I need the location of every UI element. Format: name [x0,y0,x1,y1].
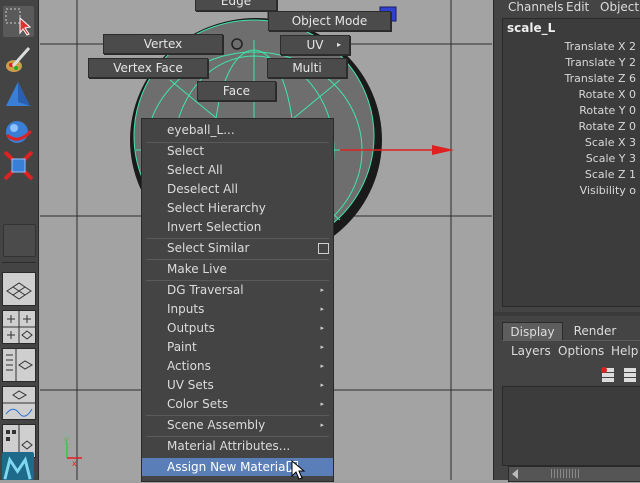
attr-rotate-y[interactable]: Rotate Y 0 [579,104,636,117]
ctx-deselect-all[interactable]: Deselect All [142,180,333,199]
paint-tool-icon[interactable] [3,44,34,75]
four-view-layout-icon[interactable] [2,310,36,344]
attr-translate-z[interactable]: Translate Z 6 [565,72,636,85]
mm-object-mode[interactable]: Object Mode [268,11,391,31]
ctx-color-sets[interactable]: Color Sets ▸ [142,395,333,414]
mouse-cursor-icon [291,460,306,480]
scrollbar-grip[interactable] [551,469,581,478]
rotate-tool-icon[interactable] [3,117,34,148]
single-perspective-layout-icon[interactable] [2,272,36,306]
mm-vertex[interactable]: Vertex [103,34,223,54]
tab-underline [502,340,640,341]
channel-empty-area [502,212,640,307]
menu-object[interactable]: Object [600,0,639,14]
tab-display[interactable]: Display [502,322,563,341]
submenu-arrow-icon: ▸ [320,421,324,429]
attr-rotate-x[interactable]: Rotate X 0 [578,88,636,101]
object-name: scale_L [507,21,556,35]
option-box-icon[interactable] [318,243,329,254]
ctx-label: Outputs [167,321,215,335]
attr-scale-y[interactable]: Scale Y 3 [586,152,636,165]
submenu-arrow-icon: ▸ [320,343,324,351]
ctx-assign-new-material-label: Assign New Material... [167,460,301,474]
attr-translate-x[interactable]: Translate X 2 [565,40,636,53]
mm-uv-label: UV [306,38,324,52]
menu-options[interactable]: Options [558,344,604,358]
menu-layers[interactable]: Layers [511,344,551,358]
submenu-arrow-icon: ▸ [320,400,324,408]
attr-rotate-z[interactable]: Rotate Z 0 [578,120,636,133]
toolbox [0,0,39,480]
ctx-select-similar[interactable]: Select Similar [142,239,333,258]
ctx-title: eyeball_L... [167,123,235,137]
attr-visibility[interactable]: Visibility o [580,184,636,197]
ctx-select-hierarchy[interactable]: Select Hierarchy [142,199,333,218]
scroll-left-icon[interactable] [511,469,519,479]
ctx-select-all[interactable]: Select All [142,161,333,180]
last-tool-slot[interactable] [3,224,36,257]
new-layer-icon [601,367,614,382]
submenu-arrow-icon: ▸ [320,305,324,313]
ctx-label: Inputs [167,302,205,316]
layer-buttons [601,367,636,382]
menu-help[interactable]: Help [611,344,638,358]
tab-render[interactable]: Render [564,323,626,340]
ctx-select[interactable]: Select [142,142,333,161]
mm-vertex-face[interactable]: Vertex Face [88,58,208,78]
scale-tool-icon[interactable] [3,150,34,181]
submenu-arrow-icon: ▸ [320,286,324,294]
menu-channels[interactable]: Channels [508,0,564,14]
ctx-label: DG Traversal [167,283,244,297]
attr-scale-z[interactable]: Scale Z 1 [585,168,636,181]
svg-text:y: y [64,435,69,444]
svg-text:x: x [72,459,77,468]
mm-uv[interactable]: UV ▸ [280,35,350,55]
ctx-inputs[interactable]: Inputs ▸ [142,300,333,319]
mm-edge[interactable]: Edge [195,0,277,11]
ctx-invert-selection[interactable]: Invert Selection [142,218,333,237]
mm-uv-arrow-icon: ▸ [336,40,341,49]
ctx-actions[interactable]: Actions ▸ [142,357,333,376]
ctx-dg-traversal[interactable]: DG Traversal ▸ [142,281,333,300]
ctx-label: Actions [167,359,211,373]
mm-multi[interactable]: Multi [267,58,347,78]
outliner-persp-layout-icon[interactable] [2,348,36,382]
layer-list [502,386,640,466]
toolbox-divider [2,262,36,263]
submenu-arrow-icon: ▸ [320,362,324,370]
menu-edit[interactable]: Edit [566,0,589,14]
ctx-make-live[interactable]: Make Live [142,260,333,279]
ctx-label: Color Sets [167,397,229,411]
graph-persp-layout-icon[interactable] [2,386,36,420]
channel-list: scale_L Translate X 2 Translate Y 2 Tran… [502,18,640,214]
ctx-uv-sets[interactable]: UV Sets ▸ [142,376,333,395]
attr-scale-x[interactable]: Scale X 3 [585,136,636,149]
ctx-material-attributes[interactable]: Material Attributes... [142,437,333,456]
ctx-outputs[interactable]: Outputs ▸ [142,319,333,338]
context-menu: eyeball_L... Select Select All Deselect … [141,118,334,482]
select-tool-icon[interactable] [3,6,34,37]
move-tool-icon[interactable] [3,80,34,111]
ctx-label: Scene Assembly [167,418,266,432]
submenu-arrow-icon: ▸ [320,381,324,389]
channel-box-menubar: Channels Edit Object [494,0,640,16]
ctx-paint[interactable]: Paint ▸ [142,338,333,357]
ctx-label: Paint [167,340,197,354]
channel-box-panel: Channels Edit Object scale_L Translate X… [493,0,640,482]
ctx-select-similar-label: Select Similar [167,241,250,255]
panel-splitter[interactable] [494,312,640,316]
ctx-scene-assembly[interactable]: Scene Assembly ▸ [142,416,333,435]
maya-logo-icon [2,452,34,480]
new-layer-selected-icon [624,368,636,382]
ctx-label: UV Sets [167,378,214,392]
mm-face[interactable]: Face [197,81,276,101]
submenu-arrow-icon: ▸ [320,324,324,332]
attr-translate-y[interactable]: Translate Y 2 [565,56,636,69]
